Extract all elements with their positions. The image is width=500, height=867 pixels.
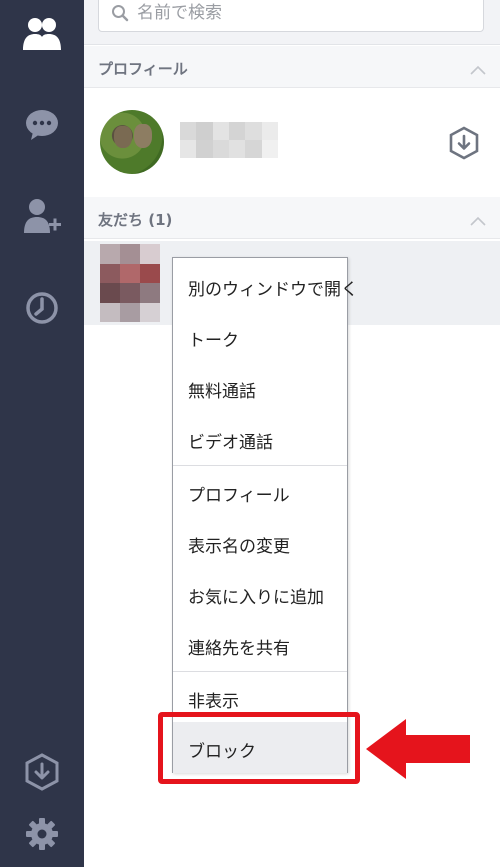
settings-icon[interactable]	[22, 814, 62, 854]
search-box[interactable]	[98, 0, 484, 32]
menu-item-change-display-name[interactable]: 表示名の変更	[173, 517, 347, 568]
sidebar	[0, 0, 84, 867]
chat-icon[interactable]	[22, 105, 62, 145]
my-profile-row[interactable]	[84, 88, 500, 196]
timeline-icon[interactable]	[22, 288, 62, 328]
search-input[interactable]	[137, 0, 467, 27]
arrow-left-icon	[366, 719, 470, 783]
avatar	[100, 244, 160, 322]
friends-section-label: 友だち (1)	[98, 211, 173, 229]
menu-item-share-contact[interactable]: 連絡先を共有	[173, 619, 347, 670]
avatar	[100, 110, 164, 174]
highlight-frame	[158, 712, 360, 784]
blurred-name	[180, 122, 278, 158]
friends-icon[interactable]	[22, 14, 62, 54]
context-menu: 別のウィンドウで開く トーク 無料通話 ビデオ通話 プロフィール 表示名の変更 …	[172, 257, 358, 773]
profile-section-label: プロフィール	[98, 60, 188, 78]
menu-item-free-call[interactable]: 無料通話	[173, 362, 347, 413]
profile-section-header[interactable]: プロフィール	[84, 46, 500, 88]
chevron-up-icon[interactable]	[470, 60, 486, 79]
menu-item-open-new-window[interactable]: 別のウィンドウで開く	[173, 260, 358, 311]
menu-item-talk[interactable]: トーク	[173, 311, 347, 362]
download-icon[interactable]	[448, 126, 480, 164]
search-icon	[111, 4, 129, 26]
chevron-up-icon[interactable]	[470, 211, 486, 230]
menu-item-add-favorite[interactable]: お気に入りに追加	[173, 568, 347, 619]
menu-item-profile[interactable]: プロフィール	[173, 466, 347, 517]
menu-item-video-call[interactable]: ビデオ通話	[173, 413, 347, 464]
add-friend-icon[interactable]	[22, 196, 62, 236]
search-bar	[84, 0, 500, 45]
download-icon[interactable]	[22, 752, 62, 792]
friends-section-header[interactable]: 友だち (1)	[84, 197, 500, 239]
